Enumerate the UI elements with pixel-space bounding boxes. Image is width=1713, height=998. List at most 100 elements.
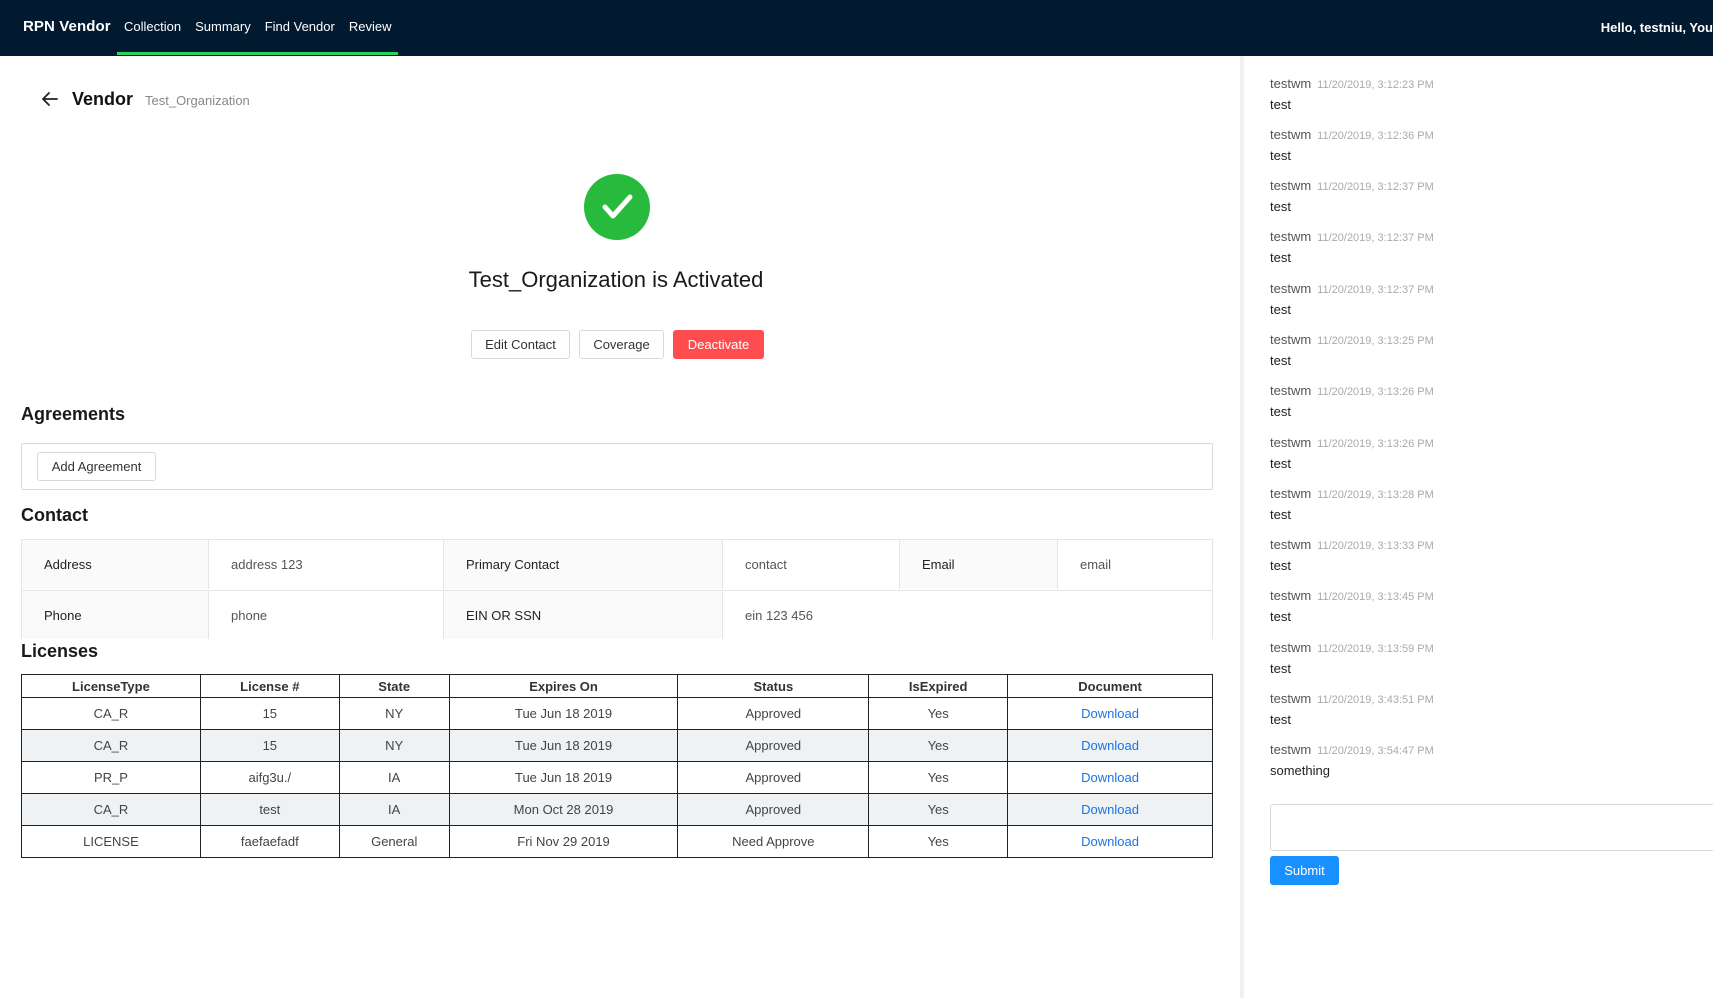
col-expires-on[interactable]: Expires On	[448, 674, 679, 698]
cell-state: NY	[338, 729, 450, 762]
cell-expires-on: Tue Jun 18 2019	[448, 697, 679, 730]
status-message: Test_Organization is Activated	[468, 267, 764, 292]
table-row: CA_R 15 NY Tue Jun 18 2019 Approved Yes …	[21, 729, 1213, 762]
comment-item: testwm 11/20/2019, 3:43:51 PM test	[1270, 690, 1690, 727]
email-value: email	[1058, 540, 1212, 589]
comment-timestamp: 11/20/2019, 3:54:47 PM	[1317, 745, 1434, 757]
nav-active-indicator	[117, 52, 398, 55]
address-label: Address	[22, 540, 209, 589]
comments-panel[interactable]: test testwm 11/20/2019, 3:12:23 PM test t…	[1244, 56, 1713, 998]
table-row: PR_P aifg3u./ IA Tue Jun 18 2019 Approve…	[21, 761, 1213, 794]
licenses-heading: Licenses	[21, 641, 99, 661]
comment-timestamp: 11/20/2019, 3:43:51 PM	[1317, 694, 1434, 706]
cell-license-type: CA_R	[21, 729, 201, 762]
address-value: address 123	[209, 540, 444, 589]
col-license-type[interactable]: LicenseType	[21, 674, 201, 698]
user-greeting[interactable]: Hello, testniu, You	[1601, 20, 1713, 35]
comment-timestamp: 11/20/2019, 3:12:37 PM	[1317, 181, 1434, 193]
cell-expires-on: Tue Jun 18 2019	[448, 761, 679, 794]
comment-text: test	[1270, 558, 1291, 573]
comment-text: test	[1270, 250, 1291, 265]
col-status[interactable]: Status	[677, 674, 870, 698]
add-agreement-button[interactable]: Add Agreement	[37, 452, 156, 481]
cell-license-number: aifg3u./	[199, 761, 340, 794]
comment-item: testwm 11/20/2019, 3:13:26 PM test	[1270, 434, 1690, 471]
col-document[interactable]: Document	[1007, 674, 1213, 698]
cell-is-expired: Yes	[868, 761, 1009, 794]
cell-license-type: CA_R	[21, 697, 201, 730]
comment-item: testwm 11/20/2019, 3:13:59 PM test	[1270, 639, 1690, 676]
agreements-panel: Add Agreement	[21, 443, 1213, 490]
comment-author: testwm	[1270, 742, 1312, 757]
checkmark-success-icon	[584, 174, 650, 240]
comment-text: test	[1270, 404, 1291, 419]
comment-item: testwm 11/20/2019, 3:13:45 PM test	[1270, 587, 1690, 624]
comment-text: test	[1270, 199, 1291, 214]
comment-author: testwm	[1270, 537, 1312, 552]
back-arrow-icon[interactable]	[40, 89, 60, 109]
comment-input[interactable]	[1270, 804, 1713, 851]
deactivate-button[interactable]: Deactivate	[673, 330, 764, 359]
download-link[interactable]: Download	[1081, 802, 1139, 817]
comment-item: testwm 11/20/2019, 3:13:28 PM test	[1270, 485, 1690, 522]
submit-button[interactable]: Submit	[1270, 856, 1339, 885]
comment-item: testwm 11/20/2019, 3:13:33 PM test	[1270, 536, 1690, 573]
page-subtitle: Test_Organization	[145, 93, 250, 108]
comment-text: test	[1270, 661, 1291, 676]
comment-author: testwm	[1270, 76, 1312, 91]
comment-text: test	[1270, 456, 1291, 471]
cell-license-number: 15	[199, 729, 340, 762]
nav-item-find-vendor[interactable]: Find Vendor	[258, 0, 342, 56]
coverage-button[interactable]: Coverage	[579, 330, 664, 359]
cell-expires-on: Mon Oct 28 2019	[448, 793, 679, 826]
comment-author: testwm	[1270, 178, 1312, 193]
comment-author: testwm	[1270, 383, 1312, 398]
table-header-row: LicenseType License # State Expires On S…	[21, 674, 1213, 698]
comment-item: testwm 11/20/2019, 3:12:37 PM test	[1270, 177, 1690, 214]
download-link[interactable]: Download	[1081, 770, 1139, 785]
comment-author: testwm	[1270, 281, 1312, 296]
cell-state: General	[338, 825, 450, 858]
cell-status: Need Approve	[677, 825, 870, 858]
nav-item-collection[interactable]: Collection	[117, 0, 188, 56]
comment-author: testwm	[1270, 588, 1312, 603]
cell-status: Approved	[677, 729, 870, 762]
col-license-number[interactable]: License #	[199, 674, 340, 698]
nav-item-summary[interactable]: Summary	[188, 0, 258, 56]
primary-contact-label: Primary Contact	[444, 540, 723, 589]
download-link[interactable]: Download	[1081, 738, 1139, 753]
comment-item: testwm 11/20/2019, 3:13:25 PM test	[1270, 331, 1690, 368]
cell-document: Download	[1007, 729, 1213, 762]
cell-document: Download	[1007, 761, 1213, 794]
comment-timestamp: 11/20/2019, 3:13:26 PM	[1317, 386, 1434, 398]
comment-item: testwm 11/20/2019, 3:12:37 PM test	[1270, 280, 1690, 317]
col-is-expired[interactable]: IsExpired	[868, 674, 1009, 698]
cell-is-expired: Yes	[868, 697, 1009, 730]
comment-timestamp: 11/20/2019, 3:12:37 PM	[1317, 284, 1434, 296]
cell-state: IA	[338, 793, 450, 826]
ein-value: ein 123 456	[723, 590, 1212, 639]
comment-item: testwm 11/20/2019, 3:54:47 PM something	[1270, 741, 1690, 778]
col-state[interactable]: State	[338, 674, 450, 698]
cell-is-expired: Yes	[868, 729, 1009, 762]
comment-item: testwm 11/20/2019, 3:12:36 PM test	[1270, 126, 1690, 163]
comment-author: testwm	[1270, 332, 1312, 347]
phone-label: Phone	[22, 590, 209, 639]
table-row: CA_R 15 NY Tue Jun 18 2019 Approved Yes …	[21, 697, 1213, 730]
contact-heading: Contact	[21, 505, 88, 525]
cell-document: Download	[1007, 793, 1213, 826]
phone-value: phone	[209, 590, 444, 639]
comment-author: testwm	[1270, 435, 1312, 450]
ein-label: EIN OR SSN	[444, 590, 723, 639]
comment-text: test	[1270, 97, 1291, 112]
app-brand[interactable]: RPN Vendor	[23, 18, 111, 35]
download-link[interactable]: Download	[1081, 706, 1139, 721]
primary-contact-value: contact	[723, 540, 900, 589]
cell-expires-on: Fri Nov 29 2019	[448, 825, 679, 858]
cell-state: NY	[338, 697, 450, 730]
download-link[interactable]: Download	[1081, 834, 1139, 849]
nav-item-review[interactable]: Review	[342, 0, 399, 56]
comment-item: testwm 11/20/2019, 3:13:26 PM test	[1270, 382, 1690, 419]
cell-license-type: PR_P	[21, 761, 201, 794]
edit-contact-button[interactable]: Edit Contact	[471, 330, 570, 359]
